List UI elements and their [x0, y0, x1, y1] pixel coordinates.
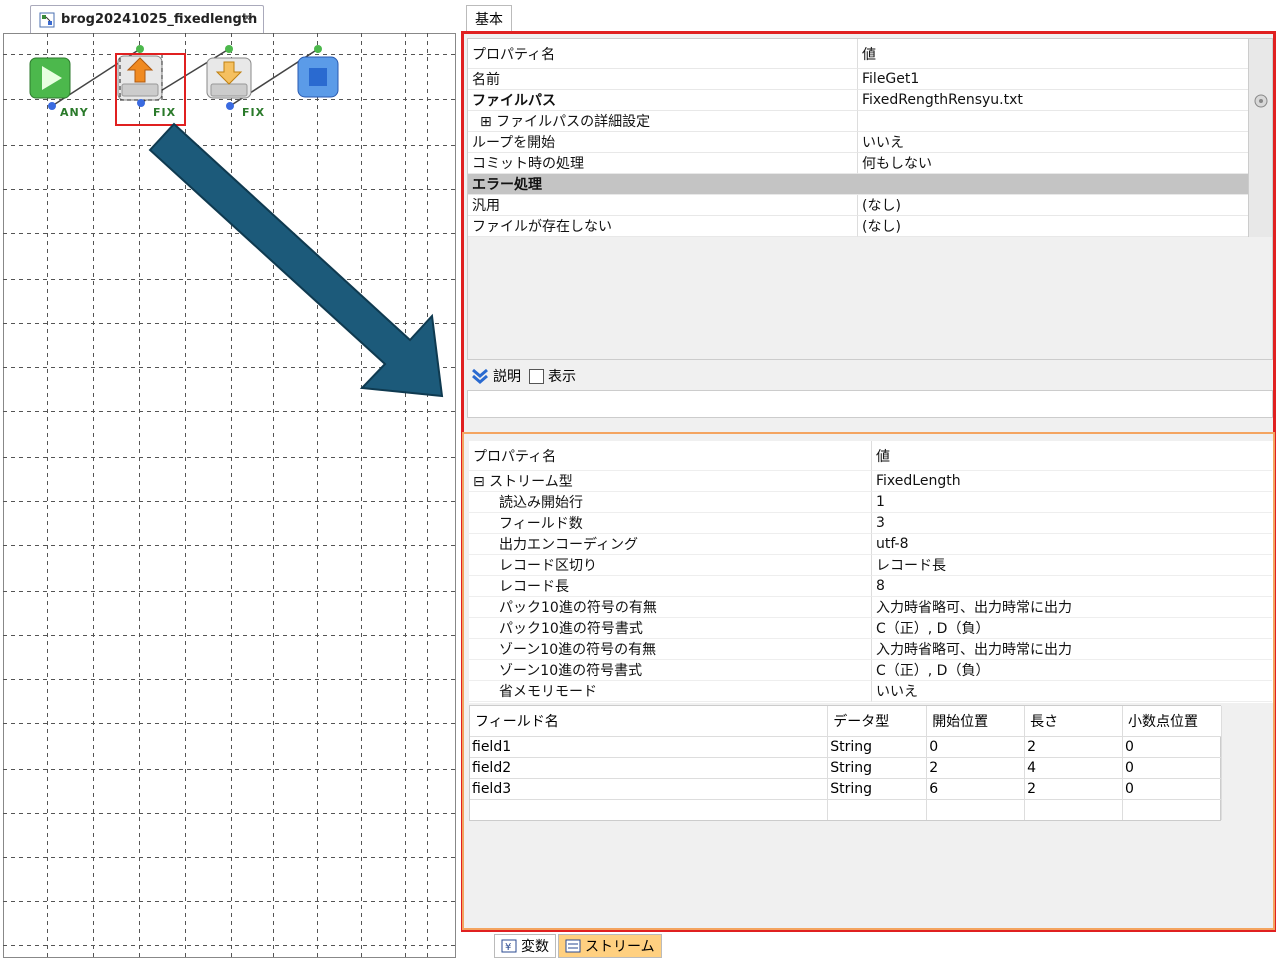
- start-node-label: ANY: [60, 106, 89, 119]
- section-error-handling: エラー処理: [468, 174, 1248, 195]
- stream-key-type[interactable]: ⊟ ストリーム型: [469, 471, 872, 492]
- cell[interactable]: String: [827, 777, 928, 799]
- selected-node-highlight: [115, 53, 186, 126]
- stream-value-packed-format[interactable]: C（正）, D（負）: [872, 618, 1272, 639]
- header-value: 値: [858, 39, 1248, 69]
- field-header-length[interactable]: 長さ: [1024, 706, 1124, 736]
- stream-key-zoned-sign: ゾーン10進の符号の有無: [469, 639, 872, 660]
- bottom-tabs: ¥ 変数 ストリーム: [494, 934, 664, 960]
- cell[interactable]: 0: [1122, 777, 1222, 799]
- tab-variables-label: 変数: [521, 939, 549, 955]
- chevron-down-icon[interactable]: [471, 368, 489, 384]
- prop-key-file-not-exist: ファイルが存在しない: [468, 216, 858, 237]
- prop-value-file-path[interactable]: FixedRengthRensyu.txt: [858, 90, 1248, 111]
- tab-stream[interactable]: ストリーム: [558, 934, 662, 958]
- header-property-name: プロパティ名: [468, 39, 858, 69]
- cell[interactable]: 0: [1122, 735, 1222, 757]
- stream-value-memory-mode[interactable]: いいえ: [872, 681, 1272, 702]
- table-row[interactable]: field3 String 6 2 0: [470, 777, 1222, 799]
- stream-key-start-row: 読込み開始行: [469, 492, 872, 513]
- arrow-annotation: [148, 122, 444, 398]
- description-text[interactable]: [467, 390, 1273, 418]
- start-node[interactable]: [29, 57, 71, 99]
- svg-text:¥: ¥: [505, 942, 511, 953]
- cell[interactable]: 4: [1024, 756, 1124, 778]
- cell[interactable]: 2: [1024, 735, 1124, 757]
- description-label: 説明: [493, 369, 521, 385]
- cell[interactable]: 0: [1122, 756, 1222, 778]
- prop-value-file-path-detail: [858, 111, 1248, 132]
- cell[interactable]: field2: [470, 756, 829, 778]
- stream-key-zoned-format: ゾーン10進の符号書式: [469, 660, 872, 681]
- stream-value-record-length[interactable]: 8: [872, 576, 1272, 597]
- stream-key-packed-sign: パック10進の符号の有無: [469, 597, 872, 618]
- variable-icon: ¥: [501, 939, 517, 953]
- stream-value-start-row[interactable]: 1: [872, 492, 1272, 513]
- cell[interactable]: 6: [926, 777, 1026, 799]
- show-description-checkbox[interactable]: [529, 368, 544, 384]
- cell[interactable]: field1: [470, 735, 829, 757]
- prop-key-loop-start: ループを開始: [468, 132, 858, 153]
- stream-value-packed-sign[interactable]: 入力時省略可、出力時常に出力: [872, 597, 1272, 618]
- prop-key-file-path: ファイルパス: [468, 90, 858, 111]
- table-row-empty[interactable]: [470, 798, 1222, 820]
- stream-value-type[interactable]: FixedLength: [872, 471, 1272, 492]
- stream-key-packed-format: パック10進の符号書式: [469, 618, 872, 639]
- cell[interactable]: String: [827, 756, 928, 778]
- show-description-label: 表示: [548, 369, 576, 385]
- tab-basic[interactable]: 基本: [466, 5, 512, 31]
- prop-value-name[interactable]: FileGet1: [858, 69, 1248, 90]
- cell[interactable]: 0: [926, 735, 1026, 757]
- stream-value-zoned-sign[interactable]: 入力時省略可、出力時常に出力: [872, 639, 1272, 660]
- prop-value-commit-action[interactable]: 何もしない: [858, 153, 1248, 174]
- stream-value-record-delimiter[interactable]: レコード長: [872, 555, 1272, 576]
- stream-value-zoned-format[interactable]: C（正）, D（負）: [872, 660, 1272, 681]
- property-grid: プロパティ名 値 名前 FileGet1 ファイルパス FixedRengthR…: [467, 38, 1273, 360]
- prop-key-general: 汎用: [468, 195, 858, 216]
- tab-stream-label: ストリーム: [585, 939, 655, 955]
- stream-key-memory-mode: 省メモリモード: [469, 681, 872, 702]
- cell[interactable]: 2: [926, 756, 1026, 778]
- prop-value-file-not-exist[interactable]: (なし): [858, 216, 1248, 237]
- stream-key-record-delimiter: レコード区切り: [469, 555, 872, 576]
- stream-key-encoding: 出力エンコーディング: [469, 534, 872, 555]
- field-header-decimal[interactable]: 小数点位置: [1122, 706, 1222, 736]
- prop-value-loop-start[interactable]: いいえ: [858, 132, 1248, 153]
- stream-icon: [565, 939, 581, 953]
- tab-variables[interactable]: ¥ 変数: [494, 934, 556, 958]
- file-put-node[interactable]: [206, 57, 252, 99]
- file-put-node-label: FIX: [242, 106, 266, 119]
- end-node[interactable]: [297, 56, 339, 98]
- field-table: フィールド名 データ型 開始位置 長さ 小数点位置 field1 String …: [469, 705, 1222, 821]
- file-browse-icon[interactable]: [1248, 90, 1272, 111]
- stream-key-field-count: フィールド数: [469, 513, 872, 534]
- prop-key-commit-action: コミット時の処理: [468, 153, 858, 174]
- stream-key-record-length: レコード長: [469, 576, 872, 597]
- stream-property-grid: プロパティ名 値 ⊟ ストリーム型 FixedLength 読込み開始行 1 フィー…: [469, 441, 1273, 703]
- field-header-type[interactable]: データ型: [827, 706, 928, 736]
- prop-key-file-path-detail[interactable]: ⊞ ファイルパスの詳細設定: [468, 111, 858, 132]
- stream-header-property-name: プロパティ名: [469, 441, 872, 471]
- cell[interactable]: String: [827, 735, 928, 757]
- tab-basic-label: 基本: [475, 11, 503, 28]
- table-row[interactable]: field2 String 2 4 0: [470, 756, 1222, 778]
- prop-key-name: 名前: [468, 69, 858, 90]
- prop-value-general[interactable]: (なし): [858, 195, 1248, 216]
- cell[interactable]: field3: [470, 777, 829, 799]
- stream-value-encoding[interactable]: utf-8: [872, 534, 1272, 555]
- field-header-name[interactable]: フィールド名: [470, 706, 829, 736]
- field-header-start[interactable]: 開始位置: [926, 706, 1026, 736]
- stream-header-value: 値: [872, 441, 1272, 471]
- cell[interactable]: 2: [1024, 777, 1124, 799]
- table-row[interactable]: field1 String 0 2 0: [470, 735, 1222, 757]
- stream-value-field-count[interactable]: 3: [872, 513, 1272, 534]
- description-bar: 説明 表示: [467, 362, 1273, 390]
